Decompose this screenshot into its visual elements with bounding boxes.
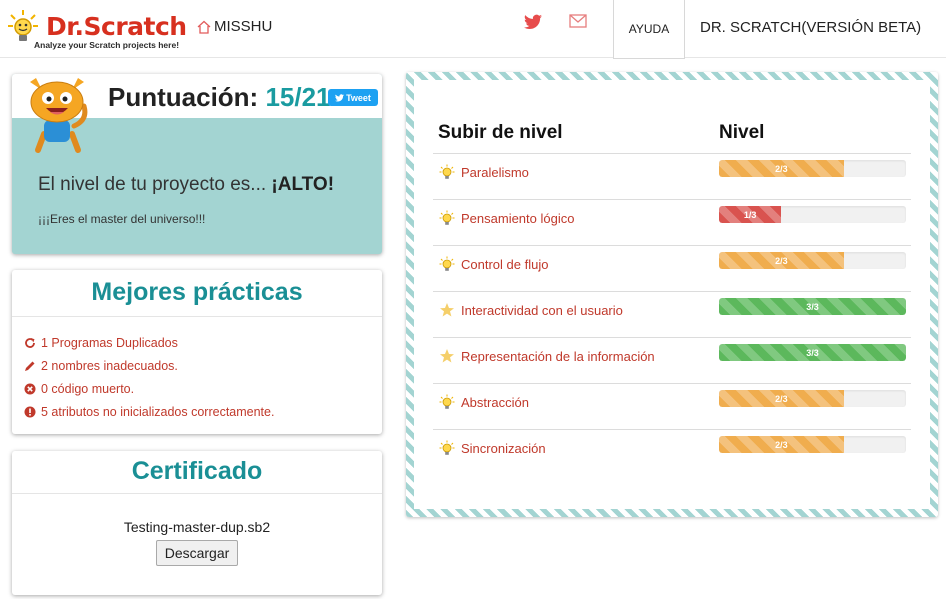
level-progress-track: 2/3 [719, 436, 906, 453]
level-row: Control de flujo 2/3 [433, 245, 911, 291]
level-row: Pensamiento lógico 1/3 [433, 199, 911, 245]
level-skill-link[interactable]: Pensamiento lógico [439, 210, 574, 226]
level-skill-link[interactable]: Control de flujo [439, 256, 548, 272]
level-progress-bar: 3/3 [719, 344, 906, 361]
certificate-title: Certificado [131, 457, 263, 485]
twitter-icon[interactable] [524, 14, 542, 30]
level-progress-bar: 2/3 [719, 160, 844, 177]
project-level-intro: El nivel de tu proyecto es... [38, 174, 267, 195]
level-progress-track: 3/3 [719, 298, 906, 315]
lightbulb-icon [439, 256, 455, 271]
lightbulb-icon [439, 164, 455, 179]
brand-name: Dr.Scratch [46, 12, 187, 41]
project-level-text: El nivel de tu proyecto es... ¡ALTO! [38, 174, 334, 196]
score-panel: Puntuación: 15/21 Tweet El nivel de tu p… [12, 74, 382, 254]
scratch-cat-mascot [30, 78, 88, 153]
level-skill-link[interactable]: Sincronización [439, 440, 546, 456]
level-progress-track: 2/3 [719, 252, 906, 269]
star-icon [440, 303, 454, 317]
level-skill-link[interactable]: Paralelismo [439, 164, 529, 180]
level-progress-track: 2/3 [719, 160, 906, 177]
level-progress-track: 2/3 [719, 390, 906, 407]
best-practice-duplicated[interactable]: 1 Programas Duplicados [24, 331, 274, 354]
best-practices-title: Mejores prácticas [91, 278, 303, 306]
best-practices-panel: Mejores prácticas 1 Programas Duplicados… [12, 270, 382, 434]
level-progress-track: 1/3 [719, 206, 906, 223]
mail-icon[interactable] [569, 14, 587, 28]
score-value: 15/21 [265, 82, 331, 112]
certificate-panel: Certificado Testing-master-dup.sb2 Desca… [12, 451, 382, 595]
download-button[interactable]: Descargar [156, 540, 238, 566]
tweet-label: Tweet [346, 92, 371, 103]
level-row: Abstracción 2/3 [433, 383, 911, 429]
best-practice-label: 0 código muerto. [41, 381, 135, 396]
level-skill-label: Pensamiento lógico [461, 210, 575, 226]
level-progress-bar: 1/3 [719, 206, 782, 223]
tweet-button[interactable]: Tweet [328, 89, 378, 106]
level-skill-label: Sincronización [461, 440, 546, 456]
best-practice-attributes[interactable]: 5 atributos no inicializados correctamen… [24, 400, 274, 423]
level-skill-link[interactable]: Abstracción [439, 394, 529, 410]
lightbulb-icon [439, 440, 455, 455]
level-column-header: Nivel [719, 122, 765, 143]
level-row: Paralelismo 2/3 [433, 153, 911, 199]
level-skill-label: Control de flujo [461, 256, 549, 272]
star-icon [440, 349, 454, 363]
level-skill-link[interactable]: Interactividad con el usuario [439, 302, 623, 318]
score-message: ¡¡¡Eres el master del universo!!! [38, 212, 206, 226]
level-skill-label: Interactividad con el usuario [461, 302, 623, 318]
level-row: Representación de la información 3/3 [433, 337, 911, 383]
skill-column-header: Subir de nivel [438, 122, 563, 143]
level-progress-bar: 2/3 [719, 436, 844, 453]
level-progress-bar: 3/3 [719, 298, 906, 315]
level-skill-link[interactable]: Representación de la información [439, 348, 655, 364]
lightbulb-icon [439, 210, 455, 225]
divider [12, 493, 382, 494]
best-practice-naming[interactable]: 2 nombres inadecuados. [24, 354, 274, 377]
level-progress-bar: 2/3 [719, 252, 844, 269]
best-practices-list: 1 Programas Duplicados 2 nombres inadecu… [24, 331, 274, 423]
levels-table: Subir de nivel Nivel Paralelismo 2/3 Pensa… [414, 80, 930, 509]
level-skill-label: Paralelismo [461, 164, 529, 180]
best-practice-label: 1 Programas Duplicados [41, 335, 178, 350]
home-icon [197, 20, 211, 34]
level-row: Sincronización 2/3 [433, 429, 911, 475]
home-link[interactable]: MISSHU [196, 18, 272, 35]
level-skill-label: Abstracción [461, 394, 529, 410]
brand-tagline: Analyze your Scratch projects here! [34, 40, 180, 50]
score-label: Puntuación: [108, 82, 259, 112]
exclamation-circle-icon [24, 406, 36, 417]
twitter-bird-icon [335, 93, 345, 102]
levels-panel: Subir de nivel Nivel Paralelismo 2/3 Pensa… [406, 72, 938, 517]
dr-scratch-logo[interactable]: Dr.Scratch Analyze your Scratch projects… [4, 6, 187, 54]
divider [12, 316, 382, 317]
score-title: Puntuación: 15/21 [108, 82, 331, 113]
level-progress-track: 3/3 [719, 344, 906, 361]
best-practice-dead-code[interactable]: 0 código muerto. [24, 377, 274, 400]
lightbulb-icon [439, 394, 455, 409]
best-practice-label: 2 nombres inadecuados. [41, 358, 178, 373]
level-row: Interactividad con el usuario 3/3 [433, 291, 911, 337]
version-link[interactable]: DR. SCRATCH(VERSIÓN BETA) [700, 19, 921, 36]
best-practice-label: 5 atributos no inicializados correctamen… [41, 404, 275, 419]
level-progress-bar: 2/3 [719, 390, 844, 407]
project-level-value: ¡ALTO! [271, 174, 335, 195]
navbar: Dr.Scratch Analyze your Scratch projects… [0, 0, 946, 59]
remove-circle-icon [24, 383, 36, 394]
pencil-icon [25, 361, 35, 371]
refresh-icon [25, 337, 35, 348]
certificate-filename: Testing-master-dup.sb2 [123, 519, 271, 535]
level-skill-label: Representación de la información [461, 348, 655, 364]
home-link-label: MISSHU [214, 18, 273, 35]
help-button[interactable]: AYUDA [613, 0, 685, 59]
